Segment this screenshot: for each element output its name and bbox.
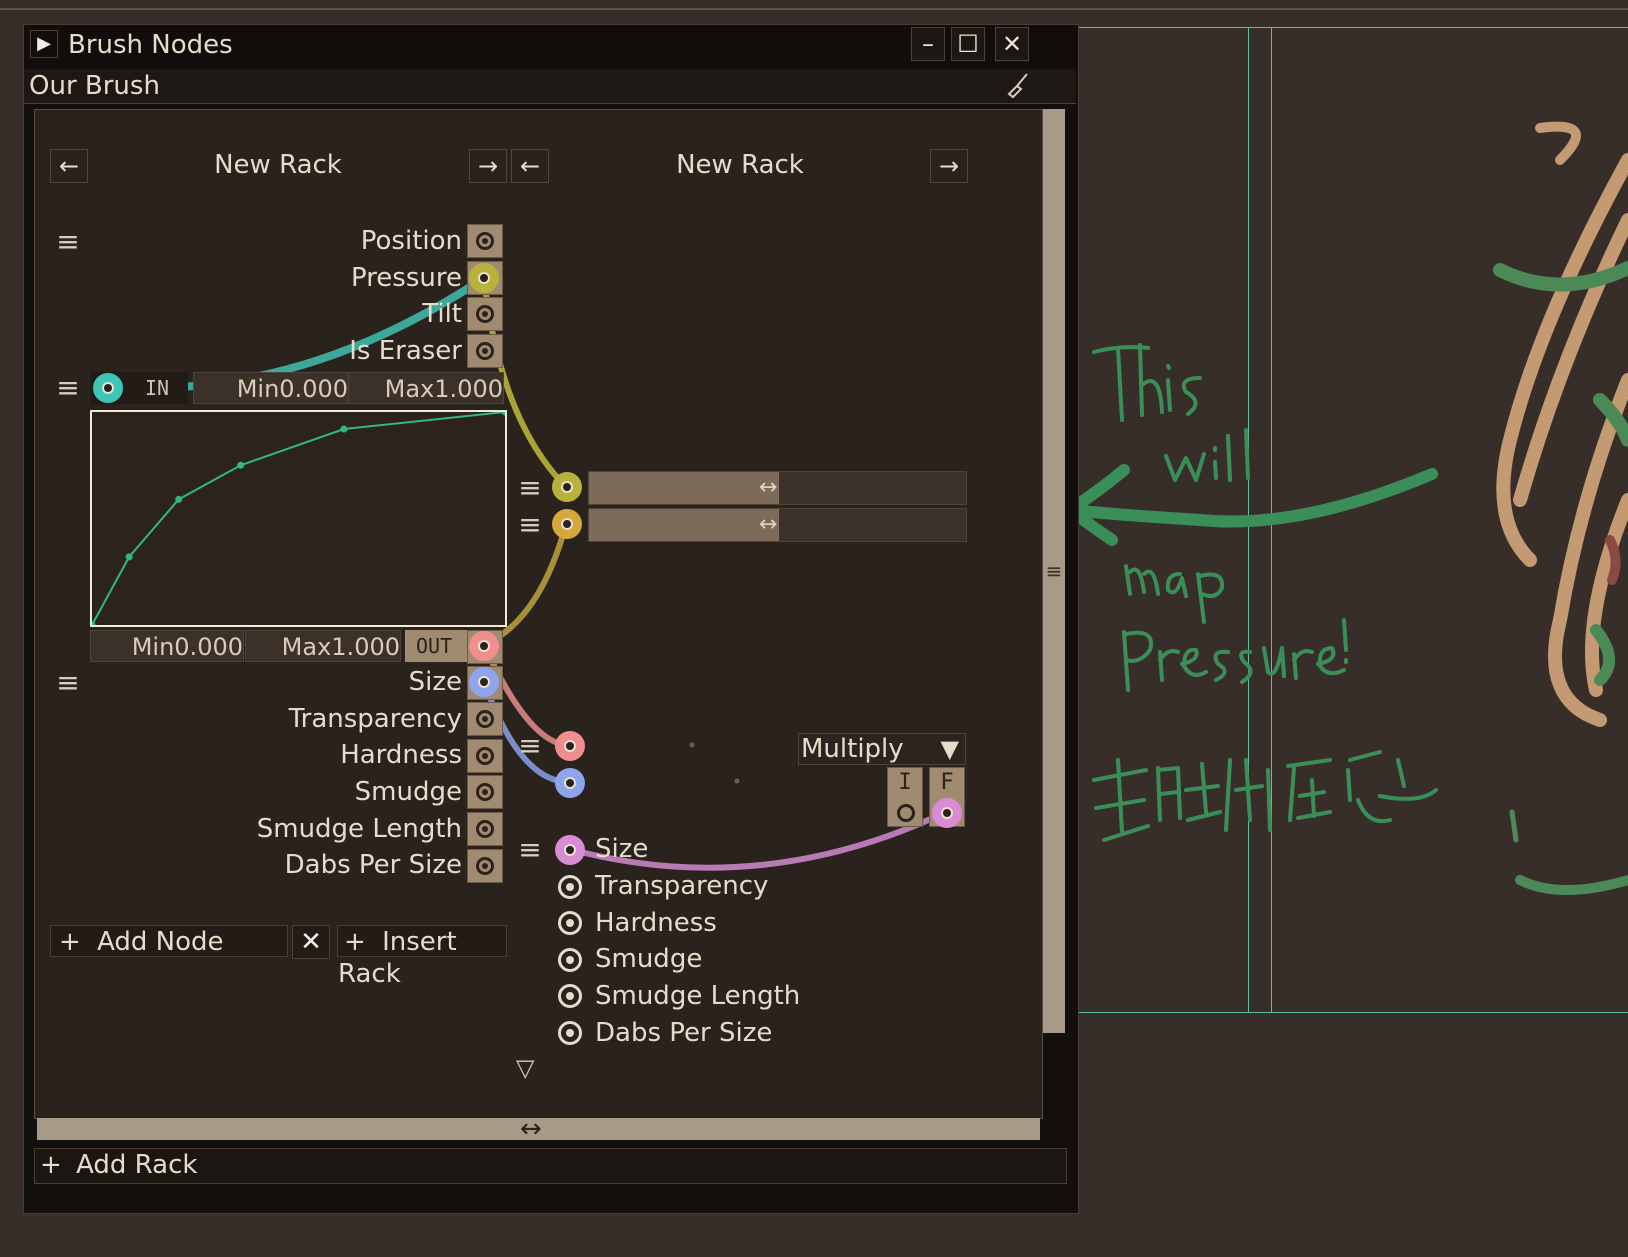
out-port-dabs-per-size[interactable] — [467, 849, 503, 883]
curve-in-max-field[interactable]: Max1.000 — [348, 372, 504, 404]
port-position[interactable] — [467, 224, 503, 258]
curve-in-label: IN — [145, 376, 170, 400]
rack2-out-label-hardness: Hardness — [595, 908, 717, 938]
curve-control-point[interactable] — [237, 461, 245, 469]
curve-editor[interactable] — [88, 408, 509, 629]
add-rack-label-row[interactable]: + Add Rack — [40, 1148, 197, 1182]
curve-line — [91, 411, 506, 626]
multiply-operation-value: Multiply — [801, 734, 904, 764]
slider-node-2-menu-icon[interactable]: ≡ — [516, 511, 544, 539]
rack2-out-port-dabs-per-size[interactable] — [558, 1021, 582, 1045]
curve-out-port[interactable] — [469, 631, 499, 661]
curve-out-min-field[interactable]: Min0.000 — [90, 630, 244, 662]
slider-2[interactable]: ↔ — [588, 508, 967, 542]
curve-in-port[interactable] — [93, 373, 123, 403]
rack2-out-port-smudge-length[interactable] — [558, 984, 582, 1008]
out-port-smudge[interactable] — [467, 775, 503, 809]
curve-control-point[interactable] — [340, 425, 348, 433]
port-label-pressure: Pressure — [350, 263, 462, 293]
out-port-hardness[interactable] — [467, 739, 503, 773]
multiply-input-b-port[interactable] — [555, 768, 585, 798]
horizontal-scroll-grip-icon[interactable]: ↔ — [520, 1114, 542, 1144]
insert-rack-button[interactable]: + Insert Rack — [337, 925, 507, 989]
rack2-out-label-smudge: Smudge — [595, 944, 703, 974]
rack2-output-menu-icon[interactable]: ≡ — [516, 836, 544, 864]
add-node-label: Add Node — [97, 927, 224, 957]
curve-control-point[interactable] — [125, 553, 133, 561]
slider-2-resize-icon: ↔ — [759, 512, 778, 537]
delete-node-icon[interactable]: ✕ — [292, 925, 330, 959]
chevron-down-icon: ▼ — [940, 735, 959, 763]
curve-control-point[interactable] — [88, 621, 96, 629]
handwritten-annotation — [1064, 121, 1628, 895]
canvas-guide-top — [1040, 27, 1628, 28]
port-label-is-eraser: Is Eraser — [349, 336, 462, 366]
rack1-title: New Rack — [214, 150, 342, 180]
rack2-next-button[interactable]: → — [930, 149, 968, 183]
curve-control-point[interactable] — [175, 495, 183, 503]
out-label-size: Size — [408, 667, 462, 697]
out-label-smudge-length: Smudge Length — [256, 814, 462, 844]
rack2-out-port-hardness[interactable] — [558, 911, 582, 935]
out-label-dabs-per-size: Dabs Per Size — [284, 850, 462, 880]
canvas-guide-bottom — [1040, 1012, 1628, 1013]
slider-1[interactable]: ↔ — [588, 471, 967, 505]
rack2-out-label-smudge-length: Smudge Length — [595, 981, 801, 1011]
plus-icon: + — [344, 927, 366, 957]
port-is-eraser[interactable] — [467, 334, 503, 368]
multiply-node-menu-icon[interactable]: ≡ — [516, 732, 544, 760]
curve-plot — [88, 408, 509, 629]
rack2-out-label-transparency: Transparency — [595, 871, 769, 901]
out-port-smudge-length[interactable] — [467, 812, 503, 846]
port-label-position: Position — [360, 226, 462, 256]
multiply-int-toggle[interactable]: I — [887, 767, 923, 827]
rack1-prev-button[interactable]: ← — [50, 149, 88, 183]
rack1-next-button[interactable]: → — [469, 149, 507, 183]
slider-2-port[interactable] — [552, 509, 582, 539]
multiply-int-ring-icon — [897, 804, 915, 822]
out-label-transparency: Transparency — [288, 704, 462, 734]
multiply-output-port[interactable] — [932, 798, 962, 828]
out-label-smudge: Smudge — [354, 777, 462, 807]
out-label-hardness: Hardness — [340, 740, 462, 770]
curve-in-min-field[interactable]: Min0.000 — [193, 372, 349, 404]
output-node-menu-icon[interactable]: ≡ — [54, 669, 82, 697]
curve-out-max-field[interactable]: Max1.000 — [245, 630, 401, 662]
slider-1-resize-icon: ↔ — [759, 475, 778, 500]
plus-icon: + — [40, 1150, 62, 1180]
plus-icon: + — [59, 927, 81, 957]
multiply-operation-select[interactable]: Multiply ▼ — [798, 733, 966, 765]
input-node-menu-icon[interactable]: ≡ — [54, 228, 82, 256]
add-rack-label: Add Rack — [76, 1150, 198, 1180]
slider-node-1-menu-icon[interactable]: ≡ — [516, 474, 544, 502]
multiply-float-label: F — [940, 770, 954, 795]
rack2-out-port-smudge[interactable] — [558, 948, 582, 972]
curve-control-point[interactable] — [501, 408, 509, 416]
multiply-input-a-port[interactable] — [555, 731, 585, 761]
rack2-title: New Rack — [676, 150, 804, 180]
curve-node-menu-icon[interactable]: ≡ — [54, 374, 82, 402]
multiply-int-label: I — [898, 770, 912, 795]
rack2-out-port-transparency[interactable] — [558, 875, 582, 899]
rack2-prev-button[interactable]: ← — [511, 149, 549, 183]
out-port-transparency[interactable] — [467, 702, 503, 736]
slider-1-fill — [589, 472, 779, 504]
port-label-tilt: Tilt — [422, 299, 462, 329]
rack2-out-label-size: Size — [595, 834, 649, 864]
rack2-out-port-size[interactable] — [555, 835, 585, 865]
out-port-size[interactable] — [469, 667, 499, 697]
rack2-out-label-dabs-per-size: Dabs Per Size — [595, 1018, 773, 1048]
port-pressure-connected[interactable] — [469, 263, 499, 293]
slider-1-port[interactable] — [552, 472, 582, 502]
curve-out-label: OUT — [416, 634, 453, 658]
add-node-button[interactable]: + Add Node — [50, 925, 288, 957]
slider-2-fill — [589, 509, 779, 541]
scroll-more-icon[interactable]: ▽ — [516, 1054, 534, 1082]
port-tilt[interactable] — [467, 297, 503, 331]
